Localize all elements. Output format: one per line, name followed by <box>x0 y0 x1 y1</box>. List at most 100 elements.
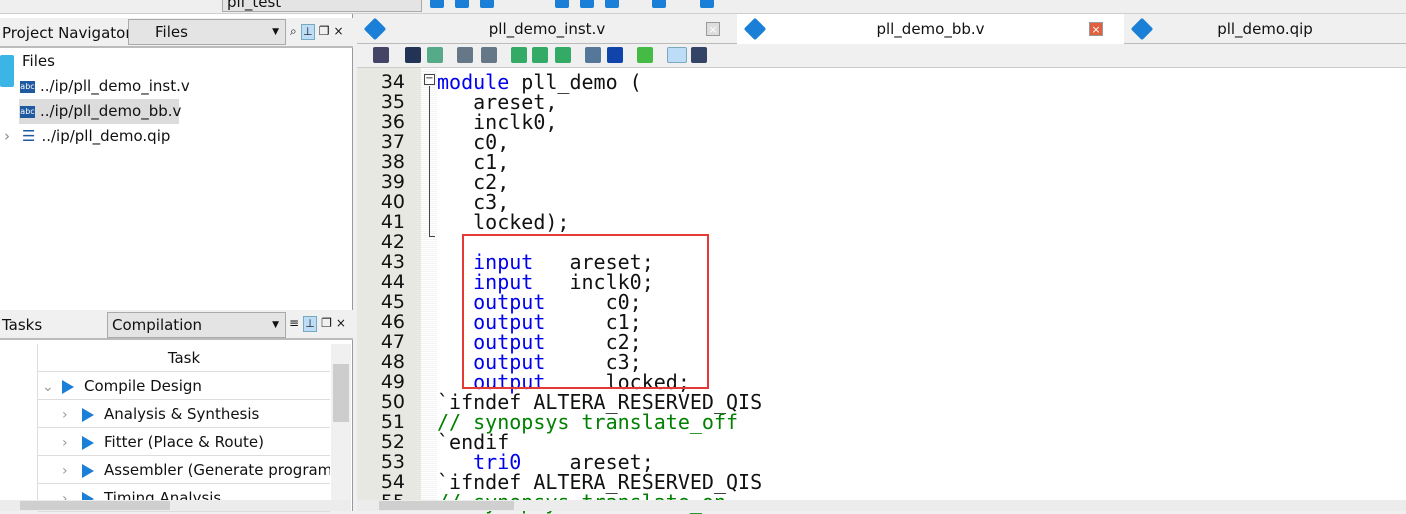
line-number: 39 <box>380 171 405 193</box>
toolbar-icon[interactable] <box>605 0 619 8</box>
play-icon[interactable] <box>82 435 94 450</box>
close-icon[interactable]: × <box>334 24 344 40</box>
code-text: locked); <box>437 210 570 234</box>
tree-item-label: ../ip/pll_demo_bb.v <box>40 102 182 120</box>
editor-toolbar <box>357 44 1406 68</box>
restore-icon[interactable]: ❐ <box>319 24 330 40</box>
navigator-view-dropdown[interactable]: Files ▼ <box>128 19 286 45</box>
toolbar-icon[interactable] <box>480 0 494 8</box>
start-compilation-icon[interactable] <box>555 0 569 8</box>
fold-gutter: − <box>421 68 437 500</box>
line-numbers-toggle-icon[interactable] <box>667 47 687 63</box>
line-number: 41 <box>380 211 405 233</box>
toolbar-icon[interactable] <box>652 0 666 8</box>
next-bookmark-icon[interactable] <box>532 47 548 63</box>
task-label: Fitter (Place & Route) <box>104 433 264 451</box>
code-line: `endif <box>437 432 762 452</box>
code-line: module pll_demo ( <box>437 72 762 92</box>
tab-label: pll_demo.qip <box>1217 20 1313 38</box>
main-toolbar <box>0 0 1406 14</box>
line-numbers: 34 35 36 37 38 39 40 41 42 43 44 45 46 47 48 49 50 51 52 53… <box>357 72 405 512</box>
line-number: 36 <box>380 111 405 133</box>
chevron-right-icon[interactable]: › <box>62 401 82 427</box>
chevron-right-icon[interactable]: › <box>62 457 82 483</box>
pin-icon[interactable]: ⊥ <box>303 316 318 332</box>
insert-template-icon[interactable] <box>607 47 623 63</box>
code-line: c0, <box>437 132 762 152</box>
close-tab-icon[interactable]: × <box>706 22 720 36</box>
check-syntax-icon[interactable] <box>637 47 653 63</box>
restore-icon[interactable]: ❐ <box>321 316 332 332</box>
open-file-icon[interactable] <box>373 47 389 63</box>
task-row[interactable]: › Analysis & Synthesis <box>38 400 330 428</box>
code-line: c3, <box>437 192 762 212</box>
close-tab-icon[interactable]: × <box>1089 22 1103 36</box>
close-icon[interactable]: × <box>336 316 346 332</box>
highlight-box <box>462 234 709 389</box>
word-wrap-icon[interactable] <box>691 47 707 63</box>
column-header-task[interactable]: Task <box>38 344 330 372</box>
tab-label: pll_demo_bb.v <box>876 20 985 38</box>
tasks-table: Task ⌄ Compile Design › Analysis & Synthesi… <box>0 344 351 512</box>
line-number: 37 <box>380 131 405 153</box>
code-line: `ifndef ALTERA_RESERVED_QIS <box>437 392 762 412</box>
line-number: 44 <box>380 271 405 293</box>
task-row[interactable]: › Fitter (Place & Route) <box>38 428 330 456</box>
files-tree: Files abc ../ip/pll_demo_inst.v abc ../ip/pl… <box>0 49 352 149</box>
verilog-file-icon: abc <box>20 80 35 93</box>
collapse-icon[interactable]: − <box>424 74 435 85</box>
play-icon[interactable] <box>82 463 94 478</box>
code-line: c2, <box>437 172 762 192</box>
tree-item[interactable]: › ☰ ../ip/pll_demo.qip <box>0 124 352 149</box>
line-number: 52 <box>380 431 405 453</box>
play-icon[interactable] <box>82 407 94 422</box>
project-selector[interactable]: pll_test <box>222 0 422 12</box>
find-matching-icon[interactable] <box>427 47 443 63</box>
tree-item[interactable]: abc ../ip/pll_demo_bb.v <box>19 99 182 124</box>
search-icon[interactable]: ⌕ <box>290 24 297 40</box>
vertical-scrollbar[interactable] <box>331 344 351 504</box>
chevron-right-icon[interactable]: › <box>4 124 10 149</box>
tab-pll_demo_inst-v[interactable]: pll_demo_inst.v × <box>357 14 737 44</box>
tab-pll_demo_bb-v[interactable]: pll_demo_bb.v × <box>737 14 1124 44</box>
line-number: 42 <box>380 231 405 253</box>
toolbar-icon[interactable] <box>430 0 444 8</box>
code-line: `ifndef ALTERA_RESERVED_QIS <box>437 472 762 492</box>
task-row[interactable]: › Assembler (Generate programming files) <box>38 456 330 484</box>
chevron-right-icon[interactable]: › <box>62 429 82 455</box>
tab-pll_demo-qip[interactable]: pll_demo.qip <box>1124 14 1406 44</box>
bookmark-icon[interactable] <box>511 47 527 63</box>
toolbar-icon[interactable] <box>455 0 469 8</box>
qip-file-icon: ☰ <box>22 127 36 145</box>
indent-icon[interactable] <box>457 47 473 63</box>
code-line: locked); <box>437 212 762 232</box>
line-number: 54 <box>380 471 405 493</box>
task-row[interactable]: ⌄ Compile Design <box>38 372 330 400</box>
tab-label: pll_demo_inst.v <box>488 20 606 38</box>
task-label: Analysis & Synthesis <box>104 405 260 423</box>
tree-item[interactable]: Files <box>0 49 352 87</box>
tree-item-label: Files <box>22 52 55 70</box>
line-number: 40 <box>380 191 405 213</box>
verilog-file-icon: abc <box>20 105 35 118</box>
unindent-icon[interactable] <box>481 47 497 63</box>
toolbar-icon[interactable] <box>580 0 594 8</box>
pin-icon[interactable]: ⊥ <box>300 24 315 40</box>
tree-item[interactable]: abc ../ip/pll_demo_inst.v <box>0 74 352 99</box>
menu-icon[interactable]: ≡ <box>289 316 299 332</box>
play-icon[interactable] <box>62 379 74 394</box>
code-line: // synopsys translate_off <box>437 412 762 432</box>
chevron-down-icon[interactable]: ⌄ <box>42 373 62 399</box>
find-icon[interactable] <box>405 47 421 63</box>
attach-icon[interactable] <box>585 47 601 63</box>
prev-bookmark-icon[interactable] <box>555 47 571 63</box>
line-number: 34 <box>380 71 405 93</box>
horizontal-scrollbar[interactable] <box>357 500 1406 511</box>
chevron-down-icon: ▼ <box>272 27 279 37</box>
dropdown-value: Compilation <box>112 316 203 334</box>
toolbar-icon[interactable] <box>700 0 714 8</box>
horizontal-scrollbar[interactable] <box>0 500 351 511</box>
left-panel: Project Navigator Files ▼ ⌕ ⊥ ❐ × Files abc..… <box>0 14 353 512</box>
task-label: Compile Design <box>84 377 202 395</box>
tasks-flow-dropdown[interactable]: Compilation ▼ <box>107 312 286 338</box>
